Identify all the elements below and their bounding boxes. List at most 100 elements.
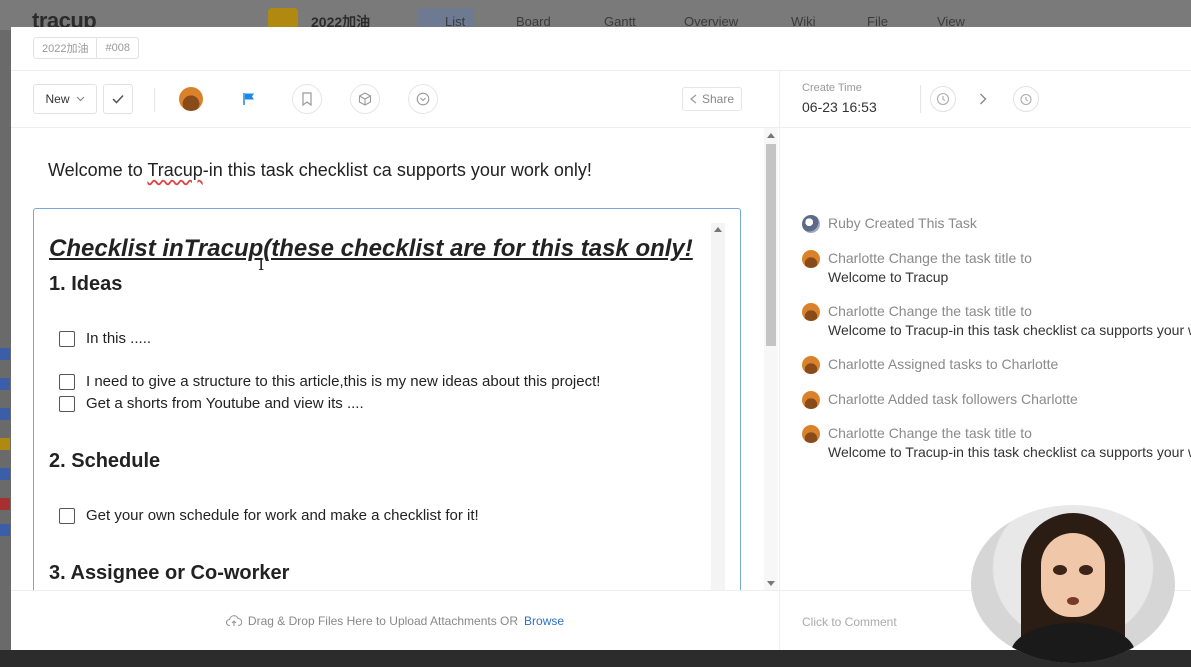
- text-cursor-icon: I: [258, 255, 265, 274]
- comment-placeholder: Click to Comment: [802, 615, 897, 629]
- checklist-item-text: Get a shorts from Youtube and view its .…: [86, 395, 364, 412]
- section-heading-assignee: 3. Assignee or Co-worker: [49, 562, 290, 584]
- user-avatar: [802, 425, 820, 443]
- status-dropdown[interactable]: New: [33, 84, 97, 114]
- checklist-item: Get your own schedule for work and make …: [59, 507, 479, 524]
- attachment-drop-zone[interactable]: Drag & Drop Files Here to Upload Attachm…: [11, 590, 779, 650]
- task-title[interactable]: Welcome to Tracup-in this task checklist…: [48, 160, 592, 181]
- user-avatar: [802, 356, 820, 374]
- user-avatar: [802, 250, 820, 268]
- priority-button[interactable]: [234, 84, 264, 114]
- cloud-upload-icon: [225, 614, 242, 626]
- strip-mark: [0, 408, 10, 420]
- checkbox[interactable]: [59, 507, 75, 524]
- activity-body: Welcome to Tracup-in this task checklist…: [828, 322, 1191, 338]
- presenter-video-overlay: [971, 505, 1175, 663]
- background-topbar: tracup 2022加油 List Board Gantt Overview …: [0, 0, 1191, 33]
- strip-mark: [0, 524, 10, 536]
- task-content: Welcome to Tracup-in this task checklist…: [11, 128, 779, 590]
- breadcrumb-task-id: #008: [105, 42, 130, 54]
- editor-scrollbar[interactable]: [711, 223, 725, 590]
- cube-icon: [358, 92, 372, 106]
- activity-head: Charlotte Added task followers Charlotte: [828, 391, 1078, 407]
- upload-instruction: Drag & Drop Files Here to Upload Attachm…: [247, 613, 519, 628]
- activity-item: Charlotte Change the task title to Welcom…: [802, 302, 1191, 340]
- task-title-spellcheck-word: Tracup: [147, 160, 203, 180]
- activity-item: Charlotte Added task followers Charlotte: [802, 390, 1078, 409]
- activity-item: Charlotte Assigned tasks to Charlotte: [802, 355, 1058, 374]
- scroll-down-arrow-icon[interactable]: [767, 581, 775, 586]
- bookmark-icon: [302, 92, 312, 106]
- breadcrumb-project[interactable]: 2022加油: [34, 40, 96, 56]
- scroll-up-arrow-icon[interactable]: [714, 227, 722, 232]
- section-heading-schedule: 2. Schedule: [49, 450, 161, 472]
- strip-mark: [0, 438, 10, 450]
- checklist-item: Get a shorts from Youtube and view its .…: [59, 395, 364, 412]
- history-button[interactable]: [930, 86, 956, 112]
- user-avatar: [802, 215, 820, 233]
- check-icon: [112, 94, 124, 104]
- checklist-item-text: Get your own schedule for work and make …: [86, 507, 479, 524]
- description-editor[interactable]: Checklist inTracup(these checklist are f…: [33, 208, 741, 590]
- activity-head: Ruby Created This Task: [828, 215, 977, 231]
- meta-divider: [920, 85, 921, 113]
- share-icon: [690, 94, 697, 104]
- task-title-suffix: -in this task checklist ca supports your…: [202, 160, 592, 180]
- checkbox[interactable]: [59, 330, 75, 347]
- strip-mark: [0, 378, 10, 390]
- activity-body: Welcome to Tracup: [828, 269, 949, 285]
- status-label: New: [45, 92, 70, 106]
- activity-item: Charlotte Change the task title to Welcom…: [802, 424, 1191, 462]
- toolbar-divider: [154, 88, 155, 112]
- cube-button[interactable]: [350, 84, 380, 114]
- chevron-right-icon: [980, 93, 987, 105]
- presenter-eye: [1053, 565, 1067, 575]
- user-avatar: [802, 391, 820, 409]
- download-button[interactable]: [408, 84, 438, 114]
- complete-button[interactable]: [103, 84, 133, 114]
- assignee-avatar: [179, 87, 203, 111]
- create-time-value: 06-23 16:53: [802, 99, 877, 115]
- chevron-down-icon: [76, 96, 84, 102]
- activity-head: Charlotte Change the task title to: [828, 303, 1032, 319]
- user-avatar: [802, 303, 820, 321]
- strip-mark: [0, 348, 10, 360]
- scroll-thumb[interactable]: [766, 144, 776, 346]
- checklist-title: Checklist inTracup(these checklist are f…: [49, 235, 693, 262]
- share-button[interactable]: Share: [682, 87, 742, 111]
- flag-icon: [243, 93, 254, 105]
- reminder-button[interactable]: [1013, 86, 1039, 112]
- task-toolbar: New Share: [11, 71, 779, 128]
- section-heading-ideas: 1. Ideas: [49, 273, 123, 295]
- task-meta-header: Create Time 06-23 16:53: [779, 71, 1191, 128]
- checkbox[interactable]: [59, 395, 75, 412]
- assignee-button[interactable]: [176, 84, 206, 114]
- browse-link[interactable]: Browse: [524, 614, 564, 628]
- download-circle-icon: [416, 92, 430, 106]
- activity-body: Welcome to Tracup-in this task checklist…: [828, 444, 1191, 460]
- next-button[interactable]: [970, 86, 996, 112]
- checklist-item-text: In this .....: [86, 330, 152, 347]
- checkbox[interactable]: [59, 373, 75, 390]
- breadcrumb[interactable]: 2022加油 #008: [33, 37, 139, 59]
- clock-icon: [936, 92, 950, 106]
- strip-mark: [0, 468, 10, 480]
- checklist-item: In this .....: [59, 330, 151, 347]
- task-title-prefix: Welcome to: [48, 160, 148, 180]
- activity-item: Charlotte Change the task title to Welcom…: [802, 249, 1032, 287]
- share-label: Share: [701, 92, 735, 106]
- breadcrumb-row: 2022加油 #008: [11, 27, 1191, 71]
- activity-item: Ruby Created This Task: [802, 214, 977, 233]
- alarm-clock-icon: [1020, 93, 1032, 106]
- presenter-mouth: [1067, 597, 1079, 605]
- bookmark-button[interactable]: [292, 84, 322, 114]
- activity-head: Charlotte Change the task title to: [828, 250, 1032, 266]
- activity-head: Charlotte Assigned tasks to Charlotte: [828, 356, 1059, 372]
- scroll-up-arrow-icon[interactable]: [767, 133, 775, 138]
- presenter-eye: [1079, 565, 1093, 575]
- strip-mark: [0, 498, 10, 510]
- content-scrollbar[interactable]: [764, 128, 778, 590]
- checklist-item: I need to give a structure to this artic…: [59, 373, 600, 390]
- create-time-label: Create Time: [802, 82, 862, 94]
- activity-head: Charlotte Change the task title to: [828, 425, 1032, 441]
